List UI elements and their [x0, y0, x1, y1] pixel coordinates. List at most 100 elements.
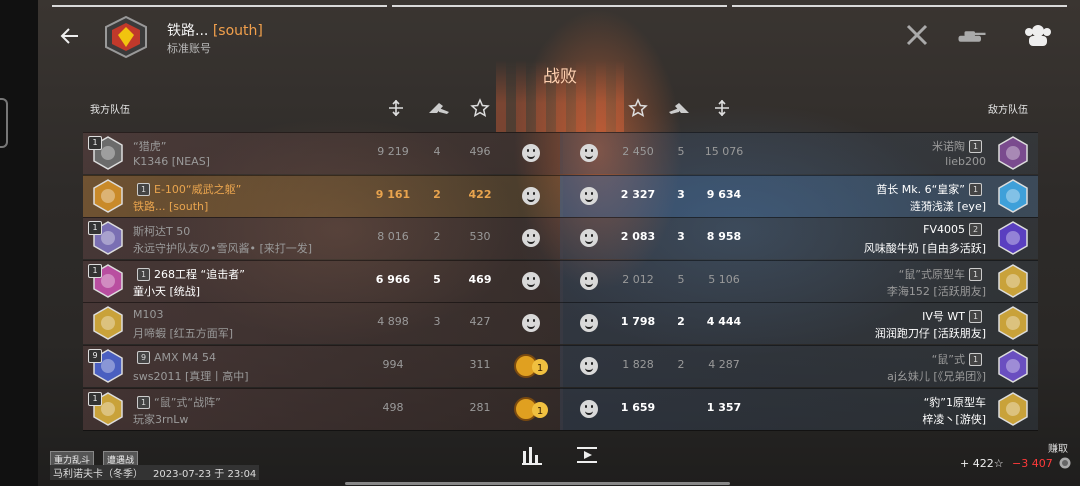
kills-icon[interactable] — [427, 98, 451, 118]
credits-earned: −3 407 — [1012, 457, 1053, 470]
earned-label: 赚取 — [1048, 444, 1068, 455]
rank-badge-icon — [105, 15, 147, 59]
tank-name: “鼠”式原型车 1 — [899, 266, 986, 282]
xp-value: 496 — [469, 145, 491, 158]
report-face-icon[interactable] — [580, 399, 598, 418]
tank-name: FV4005 2 — [923, 223, 986, 237]
medal-icon: 1 — [514, 396, 548, 421]
player-avatar — [996, 391, 1030, 426]
enemy-row[interactable]: 1 828 2 4 287 “鼠”式 1 aj幺妹儿 [《兄弟团》] — [560, 345, 1038, 387]
tier-badge: 1 — [88, 391, 102, 406]
tank-name: “猎虎” — [133, 140, 167, 153]
tank-name: “鼠”式 1 — [932, 351, 986, 367]
crossed-swords-icon[interactable] — [902, 22, 932, 48]
tank-name: M103 — [133, 308, 164, 322]
player-name: 月啼蝦 [红五方面军] — [133, 327, 234, 341]
damage-value: 8 958 — [706, 230, 742, 244]
kills-icon[interactable] — [667, 98, 691, 118]
player-name: 李海152 [活跃朋友] — [886, 284, 986, 298]
star-icon[interactable] — [628, 98, 648, 118]
report-face-icon[interactable] — [522, 186, 540, 205]
replay-icon[interactable] — [575, 443, 599, 467]
enemy-team-label: 敌方队伍 — [988, 105, 1028, 116]
damage-value: 1 357 — [706, 400, 742, 414]
scrollbar[interactable] — [345, 482, 730, 485]
tier-badge: 1 — [137, 267, 150, 281]
enemy-row[interactable]: 2 083 3 8 958 FV4005 2 风味酸牛奶 [自由多活跃] — [560, 217, 1038, 260]
ally-row[interactable]: 1 斯柯达T 50 永远守护队友の•雪风酱• [来打一发] 8 016 2 530 — [83, 217, 563, 260]
ally-row[interactable]: 9 9 AMX M4 54 sws2011 [真理丨高中] 994 311 1 — [83, 345, 563, 387]
report-face-icon[interactable] — [522, 144, 540, 162]
team-icon[interactable] — [1023, 22, 1053, 48]
enemy-row[interactable]: 2 327 3 9 634 酋长 Mk. 6“皇家” 1 涟漪浅漾 [eye] — [560, 174, 1038, 217]
damage-value: 9 634 — [706, 187, 742, 201]
tank-name: IV号 WT 1 — [922, 308, 986, 324]
row-divider — [83, 345, 1038, 346]
top-divider — [392, 5, 727, 7]
report-face-icon[interactable] — [580, 186, 598, 205]
tier-badge: 1 — [969, 310, 982, 324]
tier-badge: 1 — [969, 267, 982, 281]
svg-text:1: 1 — [537, 406, 543, 417]
svg-text:1: 1 — [537, 363, 543, 374]
ally-row[interactable]: M103 月啼蝦 [红五方面军] 4 898 3 427 — [83, 302, 563, 345]
report-face-icon[interactable] — [522, 271, 540, 290]
player-avatar — [996, 178, 1030, 213]
player-avatar — [996, 306, 1030, 341]
report-face-icon[interactable] — [580, 144, 598, 162]
report-face-icon[interactable] — [580, 357, 598, 375]
xp-value: 530 — [469, 230, 491, 244]
damage-value: 4 444 — [706, 315, 742, 329]
player-name: 玩家3rnLw — [133, 412, 189, 426]
account-type: 标准账号 — [167, 42, 211, 55]
player-name: 润润跑刀仔 [活跃朋友] — [874, 327, 986, 341]
ally-row[interactable]: 1 “猎虎” K1346 [NEAS] 9 219 4 496 — [83, 132, 563, 174]
player-name: 涟漪浅漾 [eye] — [909, 199, 986, 213]
ally-row[interactable]: 1 1 “鼠”式“战阵” 玩家3rnLw 498 281 1 — [83, 387, 563, 430]
player-name: 风味酸牛奶 [自由多活跃] — [863, 242, 986, 256]
ally-row[interactable]: 1 1 268工程 “追击者” 童小天 [统战] 6 966 5 469 — [83, 259, 563, 302]
screen-edge — [0, 0, 38, 486]
tier-badge: 9 — [88, 349, 102, 363]
enemy-row[interactable]: 1 659 1 357 “豹”1原型车 梓凌丶[游侠] — [560, 387, 1038, 430]
player-avatar — [91, 178, 125, 213]
player-name: 永远守护队友の•雪风酱• [来打一发] — [133, 242, 313, 256]
player-name: lieb200 — [945, 155, 986, 168]
xp-value: 1 659 — [620, 400, 656, 414]
star-icon[interactable] — [470, 98, 490, 118]
xp-value: 281 — [469, 400, 491, 414]
player-name: 童小天 [统战] — [133, 284, 201, 298]
tier-badge: 1 — [969, 182, 982, 196]
player-avatar — [91, 306, 125, 341]
damage-sort-icon[interactable] — [712, 98, 732, 118]
row-divider — [83, 430, 1038, 432]
enemy-row[interactable]: 1 798 2 4 444 IV号 WT 1 润润跑刀仔 [活跃朋友] — [560, 302, 1038, 345]
enemy-row[interactable]: 2 012 5 5 106 “鼠”式原型车 1 李海152 [活跃朋友] — [560, 259, 1038, 302]
damage-sort-icon[interactable] — [386, 98, 406, 118]
damage-value: 498 — [382, 400, 404, 414]
tank-name: 9 AMX M4 54 — [133, 351, 216, 364]
player-name: 铁路... [south] — [167, 23, 263, 39]
player-name: sws2011 [真理丨高中] — [133, 370, 249, 383]
player-name: aj幺妹儿 [《兄弟团》] — [887, 370, 986, 383]
tier-badge: 1 — [88, 263, 102, 278]
tier-badge: 1 — [969, 140, 982, 153]
player-avatar — [996, 349, 1030, 383]
tank-name: “豹”1原型车 — [923, 395, 986, 409]
tank-icon[interactable] — [957, 22, 987, 48]
enemy-row[interactable]: 2 450 5 15 076 米诺陶 1 lieb200 — [560, 132, 1038, 174]
report-face-icon[interactable] — [580, 271, 598, 290]
battle-result: 战败 — [543, 67, 577, 87]
tier-badge: 2 — [969, 223, 982, 237]
ally-row[interactable]: 1 E-100“威武之躯” 铁路... [south] 9 161 2 422 — [83, 174, 563, 217]
row-divider — [83, 387, 1038, 389]
damage-value: 5 106 — [708, 272, 740, 286]
row-divider — [83, 132, 1038, 133]
stats-chart-icon[interactable] — [520, 443, 544, 467]
back-arrow-icon[interactable] — [58, 24, 82, 48]
damage-value: 15 076 — [704, 145, 744, 158]
credits-icon — [1059, 457, 1071, 469]
device-notch — [0, 98, 8, 148]
map-and-time: 马利诺夫卡（冬季） 2023-07-23 于 23:04 — [50, 465, 260, 480]
tier-badge: 1 — [969, 353, 982, 366]
